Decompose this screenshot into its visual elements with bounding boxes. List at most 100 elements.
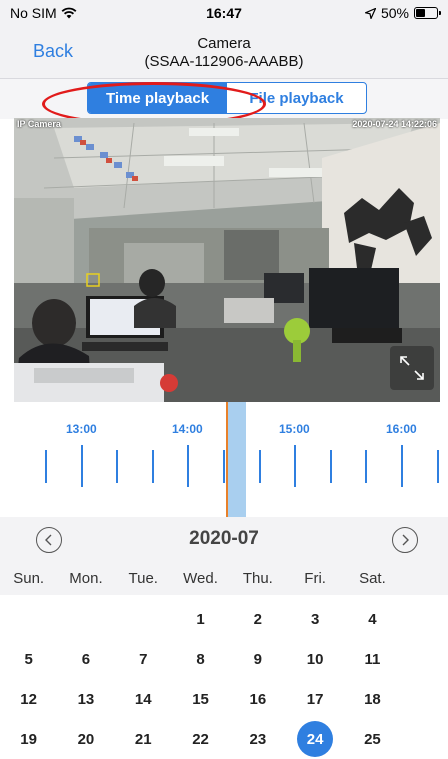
playback-timeline[interactable]: 13:00 14:00 15:00 16:00	[0, 402, 448, 517]
timeline-major-tick	[294, 445, 297, 487]
calendar-day[interactable]: 3	[286, 599, 343, 639]
calendar-empty-cell	[0, 599, 57, 639]
calendar-day[interactable]: 14	[115, 679, 172, 719]
next-month-button[interactable]	[392, 527, 418, 553]
calendar-week-row: 19 20 21 22 23 24 25	[0, 719, 448, 759]
calendar-day[interactable]: 15	[172, 679, 229, 719]
timeline-major-tick	[80, 445, 83, 487]
weekday-label: Mon.	[69, 570, 103, 587]
video-player[interactable]: IP Camera 2020-07-24 14:22:06	[14, 118, 440, 402]
calendar-day-number: 21	[134, 730, 152, 748]
page-title-line1: Camera	[197, 35, 251, 52]
calendar-day[interactable]: 9	[229, 639, 286, 679]
battery-percent: 50%	[380, 5, 409, 21]
timeline-minor-tick	[436, 450, 439, 483]
calendar-day-number: 15	[192, 690, 209, 708]
calendar-day-number: 24	[297, 721, 334, 757]
calendar-day[interactable]: 12	[0, 679, 57, 719]
calendar-day[interactable]: 22	[172, 719, 229, 759]
timeline-minor-tick	[258, 450, 261, 483]
fullscreen-button[interactable]	[390, 346, 434, 390]
calendar-day[interactable]: 8	[172, 639, 229, 679]
calendar-week-row: 1 2 3 4	[0, 599, 448, 639]
calendar-day-number: 25	[364, 730, 381, 748]
weekday-label: Fri.	[304, 570, 326, 587]
page-title: Camera (SSAA-112906-AAABB)	[0, 35, 448, 71]
calendar-day[interactable]: 21	[115, 719, 172, 759]
weekday-label: Sun.	[13, 570, 45, 587]
video-overlay-camera-name: IP Camera	[17, 119, 61, 129]
timeline-minor-tick	[329, 450, 332, 483]
calendar-day-number: 3	[310, 610, 320, 628]
calendar-day[interactable]: 6	[57, 639, 114, 679]
calendar-day-number: 17	[306, 690, 324, 708]
calendar-day-number: 10	[306, 650, 324, 668]
calendar-day-number: 9	[253, 650, 262, 668]
weekday-label: Wed.	[183, 570, 218, 587]
calendar-day-number: 14	[134, 690, 152, 708]
calendar-day[interactable]: 20	[57, 719, 114, 759]
timeline-major-tick	[401, 445, 403, 487]
timeline-label: 14:00	[172, 422, 203, 436]
calendar-day-number: 19	[20, 730, 37, 748]
timeline-label: 16:00	[386, 422, 417, 436]
battery-icon	[414, 7, 441, 19]
calendar-day[interactable]: 7	[115, 639, 172, 679]
calendar-day-number: 8	[196, 650, 205, 668]
calendar-day-number: 18	[364, 690, 381, 708]
camera-video-frame	[14, 118, 440, 402]
calendar-header: 2020-07	[0, 517, 448, 562]
calendar-empty-cell	[57, 599, 114, 639]
calendar-day-number: 12	[20, 690, 37, 708]
status-bar: No SIM 16:47 50%	[0, 0, 448, 26]
timeline-minor-tick	[45, 450, 47, 483]
weekday-header: Sun. Mon. Tue. Wed. Thu. Fri. Sat.	[0, 562, 448, 595]
chevron-right-icon	[402, 534, 409, 546]
weekday-label: Sat.	[359, 570, 386, 587]
timeline-recording-highlight	[227, 402, 246, 517]
page-title-line2: (SSAA-112906-AAABB)	[144, 53, 304, 70]
calendar-empty-cell	[115, 599, 172, 639]
calendar-day[interactable]: 17	[286, 679, 343, 719]
weekday-label: Thu.	[242, 570, 273, 587]
calendar-day[interactable]: 16	[229, 679, 286, 719]
timeline-cursor[interactable]	[226, 402, 228, 517]
calendar-day-number: 5	[24, 650, 33, 668]
calendar-day-number: 13	[77, 690, 95, 708]
navigation-bar: Back Camera (SSAA-112906-AAABB)	[0, 26, 448, 79]
calendar-day[interactable]: 11	[344, 639, 401, 679]
timeline-major-tick	[187, 445, 190, 487]
calendar-day-number: 7	[139, 650, 148, 668]
calendar-week-row: 5 6 7 8 9 10 11	[0, 639, 448, 679]
calendar-day-number: 4	[368, 610, 377, 628]
calendar-day-number: 16	[249, 690, 267, 708]
calendar-day[interactable]: 1	[172, 599, 229, 639]
calendar-day-number: 2	[253, 610, 262, 628]
calendar-day[interactable]: 13	[57, 679, 114, 719]
calendar-day[interactable]: 25	[344, 719, 401, 759]
calendar-day[interactable]: 4	[344, 599, 401, 639]
calendar-day[interactable]: 23	[229, 719, 286, 759]
timeline-label: 13:00	[66, 422, 97, 436]
calendar-day-number: 1	[196, 610, 205, 628]
calendar-day-number: 6	[81, 650, 91, 668]
calendar-day[interactable]: 18	[344, 679, 401, 719]
calendar-day[interactable]: 10	[286, 639, 343, 679]
calendar-day[interactable]: 2	[229, 599, 286, 639]
calendar-month-title: 2020-07	[189, 528, 259, 549]
timeline-label: 15:00	[279, 422, 310, 436]
calendar-day[interactable]: 24	[286, 719, 343, 759]
video-overlay-timestamp: 2020-07-24 14:22:06	[352, 119, 437, 129]
calendar-day-number: 20	[77, 730, 95, 748]
location-arrow-icon	[364, 7, 376, 19]
calendar-day[interactable]: 19	[0, 719, 57, 759]
weekday-label: Tue.	[128, 570, 158, 587]
calendar-day[interactable]: 5	[0, 639, 57, 679]
timeline-minor-tick	[116, 450, 119, 483]
expand-icon	[400, 356, 424, 380]
timeline-minor-tick	[223, 450, 225, 483]
calendar-day-number: 11	[364, 650, 381, 668]
calendar-day-number: 23	[249, 730, 267, 748]
timeline-minor-tick	[365, 450, 368, 483]
calendar-day-number: 22	[192, 730, 209, 748]
